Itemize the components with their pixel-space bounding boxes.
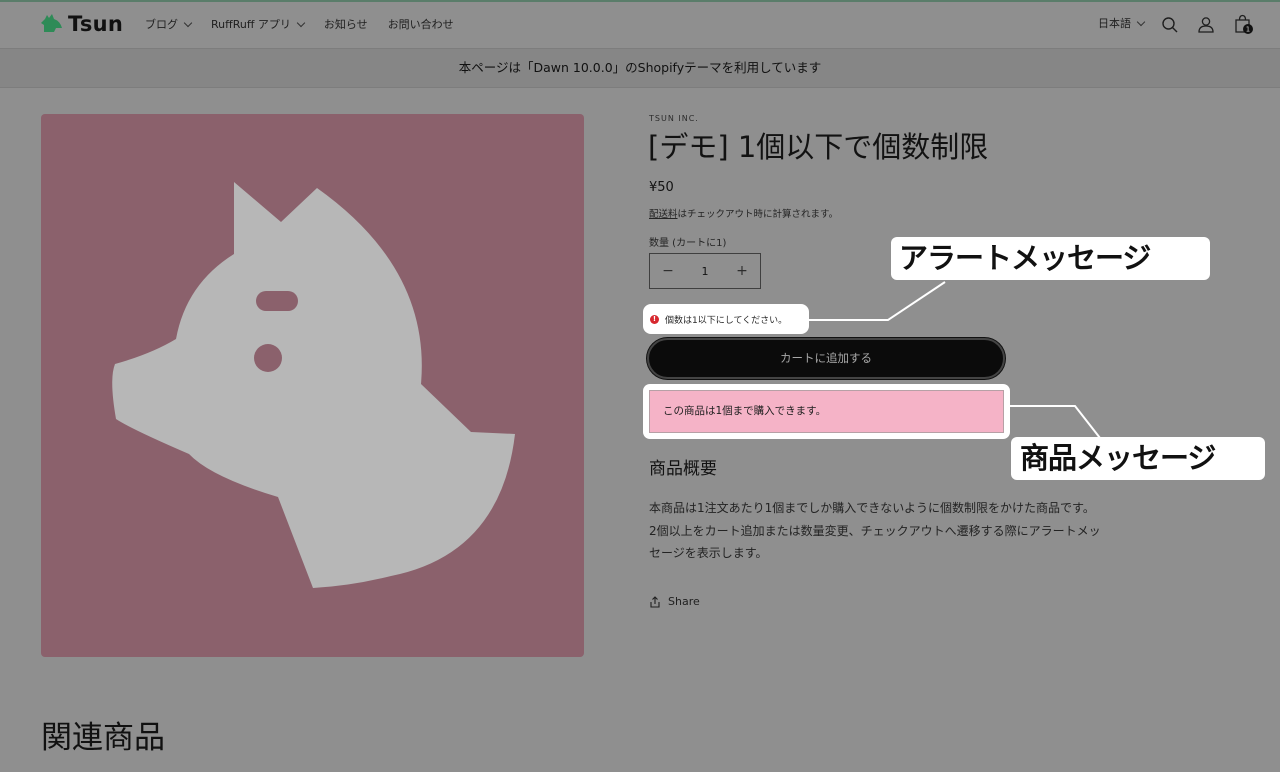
- description-line: 2個以上をカート追加または数量変更、チェックアウトへ遷移する際にアラートメッ: [649, 523, 1101, 538]
- quantity-input[interactable]: 1: [686, 265, 724, 278]
- share-label: Share: [668, 595, 700, 608]
- nav-label: RuffRuff アプリ: [211, 18, 291, 31]
- product-description: 本商品は1注文あたり1個までしか購入できないように個数制限をかけた商品です。 2…: [649, 497, 1149, 565]
- header-utilities: 日本語: [1098, 15, 1146, 31]
- product-message: この商品は1個まで購入できます。: [649, 390, 1004, 433]
- product-image[interactable]: [41, 114, 584, 657]
- product-vendor: TSUN INC.: [649, 114, 699, 123]
- dog-silhouette-illustration: [112, 182, 515, 588]
- product-message-callout: 商品メッセージ: [1011, 437, 1265, 480]
- product-message-highlight: この商品は1個まで購入できます。: [643, 384, 1010, 439]
- quantity-minus-button[interactable]: −: [650, 263, 686, 279]
- account-icon[interactable]: [1196, 15, 1216, 35]
- tax-note: 配送料はチェックアウト時に計算されます。: [649, 206, 838, 220]
- share-icon: [650, 595, 660, 608]
- tax-note-text: はチェックアウト時に計算されます。: [677, 209, 839, 220]
- quantity-alert: ! 個数は1以下にしてください。: [643, 304, 809, 334]
- cart-icon[interactable]: 1: [1231, 12, 1255, 36]
- language-selector[interactable]: 日本語: [1098, 15, 1146, 31]
- quantity-stepper: − 1 +: [649, 253, 761, 289]
- site-header: Tsun ブログ RuffRuff アプリ お知らせ お問い合わせ 日本語 1: [0, 2, 1280, 48]
- share-button[interactable]: Share: [649, 595, 700, 608]
- language-label: 日本語: [1098, 17, 1131, 30]
- chevron-down-icon: [296, 18, 306, 27]
- nav-item-ruffruff-apps[interactable]: RuffRuff アプリ: [211, 16, 306, 32]
- description-line: 本商品は1注文あたり1個までしか購入できないように個数制限をかけた商品です。: [649, 501, 1095, 515]
- description-title: 商品概要: [649, 459, 717, 479]
- nav-item-news[interactable]: お知らせ: [324, 16, 368, 32]
- nav-item-blog[interactable]: ブログ: [145, 16, 193, 32]
- chevron-down-icon: [183, 18, 193, 27]
- alert-message: 個数は1以下にしてください。: [665, 315, 788, 326]
- cart-count-badge: 1: [1246, 26, 1250, 34]
- description-line: セージを表示します。: [649, 546, 768, 560]
- product-title: [デモ] 1個以下で個数制限: [648, 130, 989, 164]
- main-nav: ブログ RuffRuff アプリ お知らせ お問い合わせ: [145, 16, 474, 32]
- quantity-plus-button[interactable]: +: [724, 263, 760, 279]
- announcement-banner: 本ページは「Dawn 10.0.0」のShopifyテーマを利用しています: [0, 48, 1280, 88]
- quantity-label: 数量 (カートに1): [649, 238, 727, 249]
- add-to-cart-button[interactable]: カートに追加する: [647, 338, 1005, 379]
- logo-text: Tsun: [68, 12, 124, 36]
- site-logo[interactable]: Tsun: [40, 12, 123, 36]
- nav-label: ブログ: [145, 18, 178, 31]
- alert-message-callout: アラートメッセージ: [891, 237, 1210, 280]
- shipping-link[interactable]: 配送料: [649, 209, 678, 220]
- search-icon[interactable]: [1160, 15, 1180, 35]
- error-icon: !: [650, 314, 659, 324]
- related-products-title: 関連商品: [41, 720, 165, 756]
- dog-logo-icon: [41, 14, 62, 32]
- chevron-down-icon: [1136, 17, 1146, 26]
- nav-item-contact[interactable]: お問い合わせ: [388, 16, 454, 32]
- nav-label: お問い合わせ: [387, 18, 454, 31]
- nav-label: お知らせ: [323, 18, 368, 31]
- product-price: ¥50: [649, 180, 674, 195]
